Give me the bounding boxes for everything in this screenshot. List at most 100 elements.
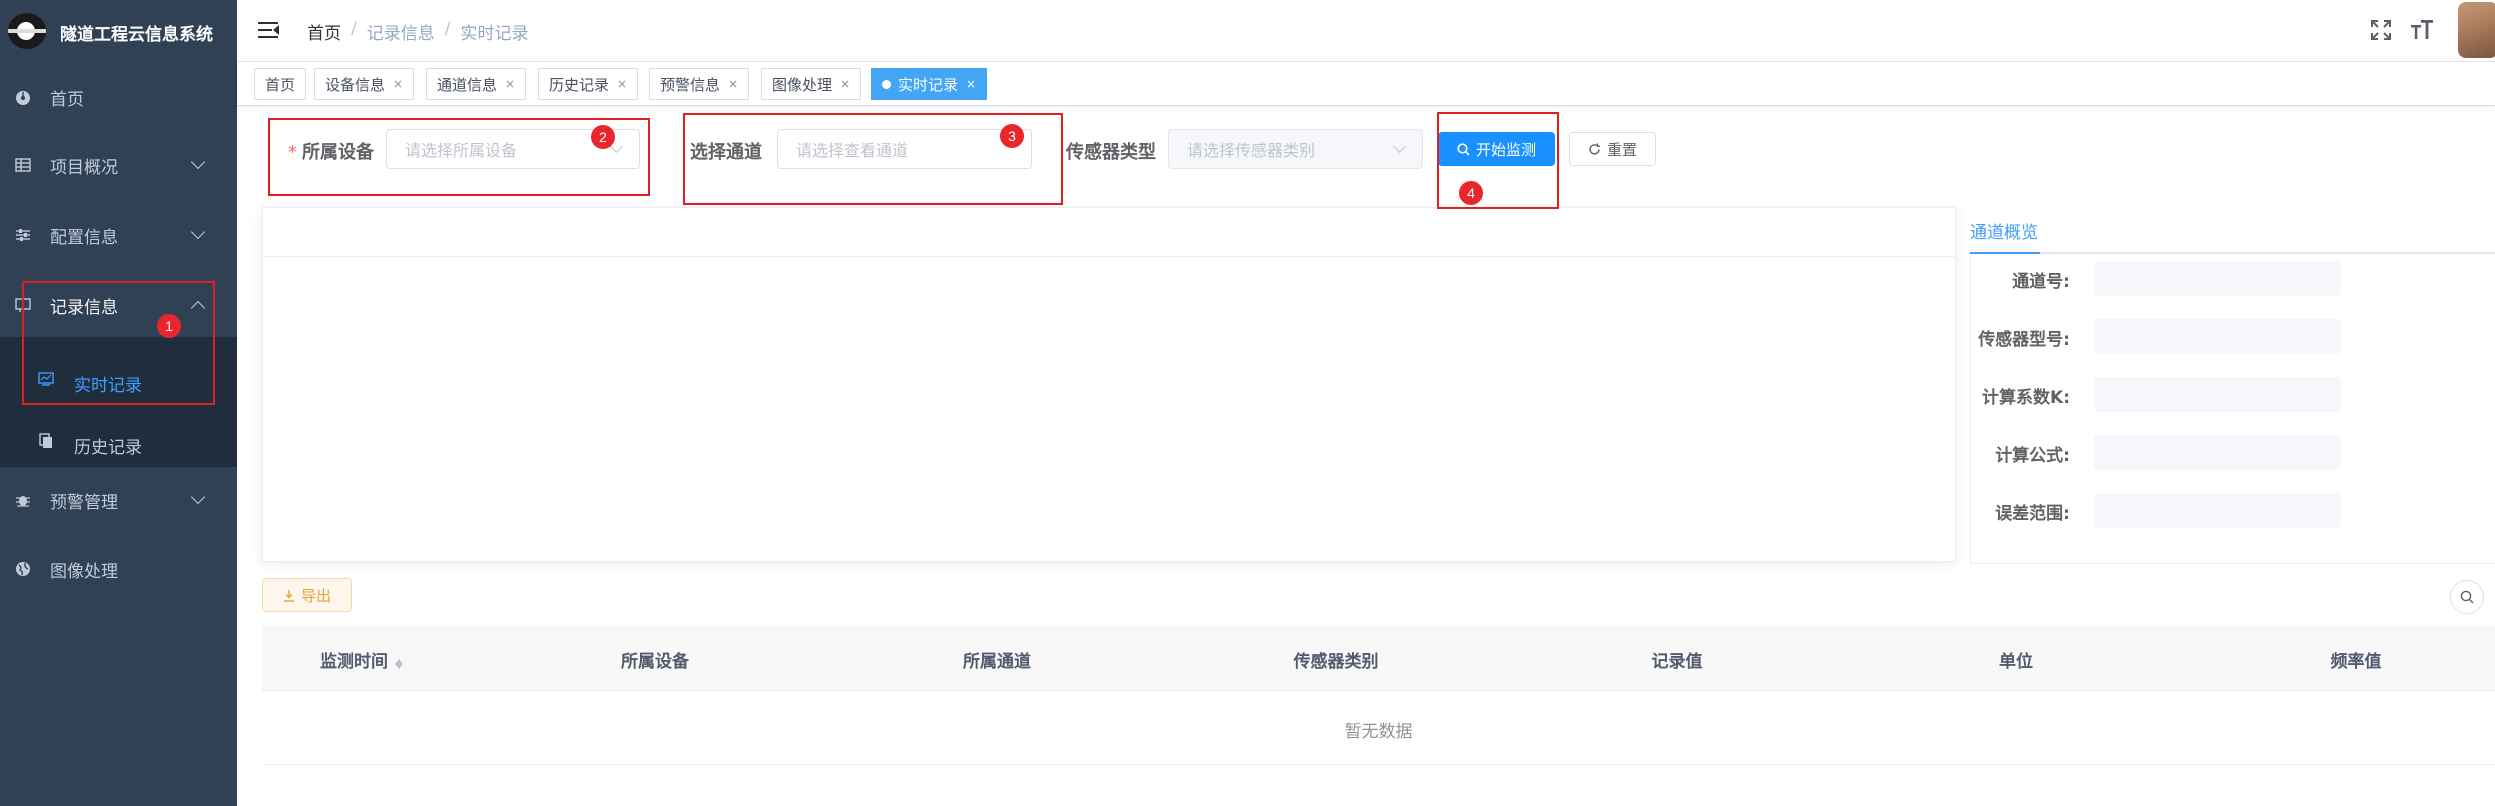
chevron-down-icon [1393,140,1406,153]
tab-channel-overview[interactable]: 通道概览 [1970,218,2038,243]
documents-icon [38,433,56,451]
search-toggle-button[interactable] [2450,580,2484,614]
close-icon[interactable]: × [728,77,738,91]
column-device: 所属设备 [621,652,689,672]
sidebar-item-label: 配置信息 [50,227,118,248]
globe-icon [14,560,32,578]
annotation-badge-3: 3 [1000,124,1024,148]
sensor-type-label: 传感器类型 [1066,142,1156,163]
annotation-badge-1: 1 [157,314,181,338]
active-dot [882,79,891,89]
breadcrumb-separator: / [351,19,357,39]
tag-device-info[interactable]: 设备信息 × [314,68,415,100]
close-icon[interactable]: × [966,77,976,91]
sidebar-item-images[interactable]: 图像处理 [0,539,237,599]
export-label: 导出 [300,586,331,605]
column-monitor-time[interactable]: 监测时间 [320,647,404,672]
sidebar-item-label: 历史记录 [74,438,142,458]
hamburger-icon[interactable] [258,22,279,38]
channel-no-label: 通道号: [2012,272,2070,292]
close-icon[interactable]: × [617,77,627,91]
sort-icon[interactable] [394,655,404,669]
sidebar-item-project[interactable]: 项目概况 [0,135,237,195]
breadcrumb-separator: / [444,19,451,39]
sensor-model-value [2094,319,2341,354]
font-size-icon[interactable] [2410,18,2434,42]
app-logo [8,13,46,49]
error-range-label: 误差范围: [1995,504,2070,524]
sidebar-subitem-history[interactable]: 历史记录 [0,413,237,475]
chevron-down-icon [190,224,206,240]
tag-image-processing[interactable]: 图像处理 × [761,68,862,100]
tag-channel-info[interactable]: 通道信息 × [426,68,527,100]
close-icon[interactable]: × [840,77,850,91]
refresh-icon [1589,143,1600,155]
annotation-badge-4: 4 [1459,181,1483,205]
tag-alarm-info[interactable]: 预警信息 × [649,68,750,100]
tag-label: 预警信息 [660,75,721,94]
sidebar-item-label: 首页 [50,89,84,110]
formula-value [2094,435,2341,470]
tag-label: 历史记录 [549,75,610,94]
search-icon [2460,590,2474,604]
error-range-value [2094,493,2341,528]
coefficient-k-value [2094,377,2341,412]
tag-home[interactable]: 首页 [254,68,307,100]
empty-text: 暂无数据 [1344,722,1413,742]
sliders-icon [14,226,32,244]
table-empty-row: 暂无数据 [262,691,2495,765]
sidebar-item-label: 项目概况 [50,157,118,178]
breadcrumb-item: 记录信息 [366,24,435,44]
table-header: 监测时间 所属设备 所属通道 传感器类别 记录值 单位 频率值 [262,625,2495,691]
fullscreen-icon[interactable] [2369,18,2393,42]
chart-divider [263,256,1955,257]
tab-underline [1970,252,2495,254]
column-record-value: 记录值 [1651,652,1703,672]
tag-label: 设备信息 [325,75,386,94]
column-frequency: 频率值 [2330,652,2382,672]
tags-view: 首页 设备信息 × 通道信息 × 历史记录 × 预警信息 × 图像处理 × 实时记录 × [237,62,2495,106]
bug-icon [14,491,32,509]
annotation-box-1 [22,281,215,405]
navbar: 首页 / 记录信息 / 实时记录 [237,0,2495,62]
reset-label: 重置 [1606,140,1637,159]
sidebar-item-label: 图像处理 [50,561,118,582]
tag-realtime[interactable]: 实时记录 × [871,68,988,100]
tag-history[interactable]: 历史记录 × [538,68,639,100]
sidebar-logo[interactable]: 隧道工程云信息系统 [0,0,237,62]
table-icon [14,156,32,174]
tag-label: 图像处理 [772,75,833,94]
sidebar-item-alarms[interactable]: 预警管理 [0,470,237,530]
channel-no-value [2094,261,2341,296]
tag-label: 实时记录 [898,75,959,94]
download-icon [283,589,294,602]
realtime-chart-area [262,207,1956,562]
sidebar-item-config[interactable]: 配置信息 [0,205,237,265]
close-icon[interactable]: × [393,77,403,91]
sensor-model-label: 传感器型号: [1978,330,2070,350]
sensor-select-placeholder: 请选择传感器类别 [1187,141,1316,160]
dashboard-icon [14,88,32,106]
sidebar-item-label: 预警管理 [50,492,118,513]
sidebar-item-home[interactable]: 首页 [0,67,237,127]
column-unit: 单位 [1999,652,2033,672]
breadcrumb-home[interactable]: 首页 [307,19,341,44]
annotation-box-4 [1437,112,1559,209]
export-button[interactable]: 导出 [262,578,352,612]
sensor-type-select[interactable]: 请选择传感器类别 [1168,129,1423,169]
close-icon[interactable]: × [505,77,515,91]
user-avatar[interactable] [2458,2,2495,58]
tag-label: 通道信息 [437,75,498,94]
app-title: 隧道工程云信息系统 [60,25,213,45]
column-sensor-type: 传感器类别 [1293,652,1379,672]
breadcrumb: 首页 / 记录信息 / 实时记录 [307,19,528,44]
breadcrumb-current: 实时记录 [460,24,529,44]
annotation-badge-2: 2 [591,125,615,149]
column-channel: 所属通道 [963,652,1031,672]
chevron-down-icon [190,154,206,170]
coefficient-k-label: 计算系数K: [1982,388,2070,408]
reset-button[interactable]: 重置 [1569,132,1656,166]
chevron-down-icon [190,489,206,505]
tag-label: 首页 [265,75,296,94]
formula-label: 计算公式: [1995,446,2070,466]
